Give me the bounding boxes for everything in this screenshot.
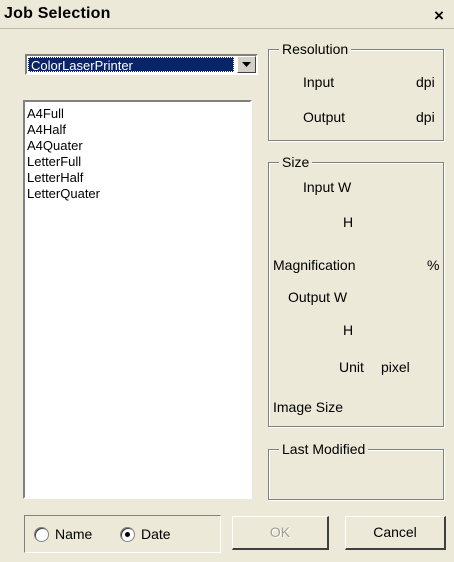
sort-name-label: Name — [55, 526, 93, 542]
resolution-input-unit: dpi — [416, 74, 435, 90]
list-item[interactable]: LetterHalf — [25, 170, 250, 186]
size-input-h-label: H — [343, 214, 354, 230]
image-size-label: Image Size — [273, 399, 344, 415]
job-selection-dialog: Job Selection × ColorLaserPrinter A4Full… — [0, 0, 454, 562]
radio-dot-icon — [125, 532, 130, 537]
radio-circle-icon — [120, 527, 135, 542]
size-output-w-label: Output W — [288, 289, 348, 305]
radio-circle-icon — [34, 527, 49, 542]
unit-value: pixel — [381, 359, 410, 375]
list-item[interactable]: LetterFull — [25, 154, 250, 170]
list-item[interactable]: LetterQuater — [25, 186, 250, 202]
printer-select-value: ColorLaserPrinter — [28, 57, 234, 72]
unit-label: Unit — [339, 359, 364, 375]
last-modified-group-title: Last Modified — [279, 440, 369, 458]
list-item[interactable]: A4Half — [25, 122, 250, 138]
magnification-label: Magnification — [273, 257, 356, 273]
resolution-input-label: Input — [303, 74, 335, 90]
size-group-title: Size — [279, 153, 313, 171]
resolution-output-label: Output — [303, 109, 346, 125]
size-input-w-label: Input W — [303, 179, 352, 195]
ok-button[interactable]: OK — [232, 516, 329, 550]
close-icon[interactable]: × — [428, 6, 450, 26]
job-list[interactable]: A4Full A4Half A4Quater LetterFull LetterHalf… — [23, 100, 252, 499]
last-modified-group: Last Modified — [268, 440, 444, 500]
sort-options: Name Date — [24, 515, 221, 553]
resolution-group-title: Resolution — [279, 40, 352, 58]
resolution-output-unit: dpi — [416, 109, 435, 125]
printer-select[interactable]: ColorLaserPrinter — [25, 54, 258, 75]
size-group: Size Input W H Magnification % Output W … — [268, 153, 444, 427]
chevron-down-icon[interactable] — [237, 56, 256, 73]
window-title: Job Selection — [4, 5, 111, 22]
size-output-h-label: H — [343, 322, 354, 338]
magnification-unit: % — [427, 257, 440, 273]
sort-date-label: Date — [141, 526, 171, 542]
list-item[interactable]: A4Full — [25, 106, 250, 122]
title-bar[interactable]: Job Selection × — [0, 0, 454, 29]
list-item[interactable]: A4Quater — [25, 138, 250, 154]
cancel-button[interactable]: Cancel — [345, 516, 446, 550]
resolution-group: Resolution Input dpi Output dpi — [268, 40, 444, 141]
